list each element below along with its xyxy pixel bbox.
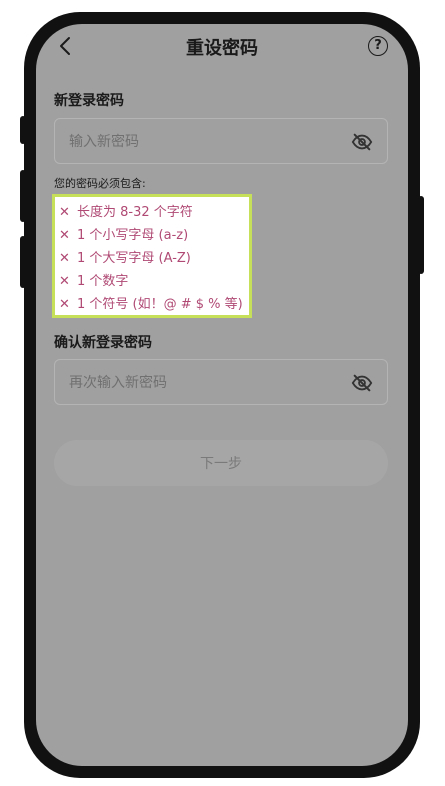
fail-icon: ✕ xyxy=(59,274,70,289)
requirements-list: ✕ 长度为 8-32 个字符 ✕ 1 个小写字母 (a-z) ✕ 1 个大写字母 (A… xyxy=(52,194,252,318)
fail-icon: ✕ xyxy=(59,228,70,243)
fail-icon: ✕ xyxy=(59,251,70,266)
requirement-item: ✕ 1 个符号 (如！@ # $ % 等) xyxy=(59,293,249,316)
app-screen: 重设密码 ? 新登录密码 您的密码必须包含: ✕ 长度为 8-32 个字符 ✕ 1 … xyxy=(36,24,408,766)
help-icon[interactable]: ? xyxy=(368,36,388,56)
side-button-mute xyxy=(20,116,26,144)
confirm-password-field xyxy=(54,359,388,406)
side-button-volume-up xyxy=(20,170,26,222)
next-step-button[interactable]: 下一步 xyxy=(54,440,388,486)
requirement-item: ✕ 1 个大写字母 (A-Z) xyxy=(59,247,249,270)
new-password-field xyxy=(54,118,388,165)
new-password-input[interactable] xyxy=(67,119,341,165)
requirement-item: ✕ 1 个数字 xyxy=(59,270,249,293)
side-button-volume-down xyxy=(20,236,26,288)
page-title: 重设密码 xyxy=(186,38,258,59)
new-password-label: 新登录密码 xyxy=(54,93,124,109)
confirm-password-label: 确认新登录密码 xyxy=(54,335,152,351)
fail-icon: ✕ xyxy=(59,205,70,220)
header: 重设密码 ? xyxy=(36,24,408,70)
requirements-title: 您的密码必须包含: xyxy=(54,177,146,190)
requirement-item: ✕ 1 个小写字母 (a-z) xyxy=(59,224,249,247)
eye-hidden-icon[interactable] xyxy=(351,131,373,153)
side-button-power xyxy=(418,196,424,274)
requirement-item: ✕ 长度为 8-32 个字符 xyxy=(59,201,249,224)
fail-icon: ✕ xyxy=(59,297,70,312)
eye-hidden-icon[interactable] xyxy=(351,372,373,394)
confirm-password-input[interactable] xyxy=(67,360,341,406)
